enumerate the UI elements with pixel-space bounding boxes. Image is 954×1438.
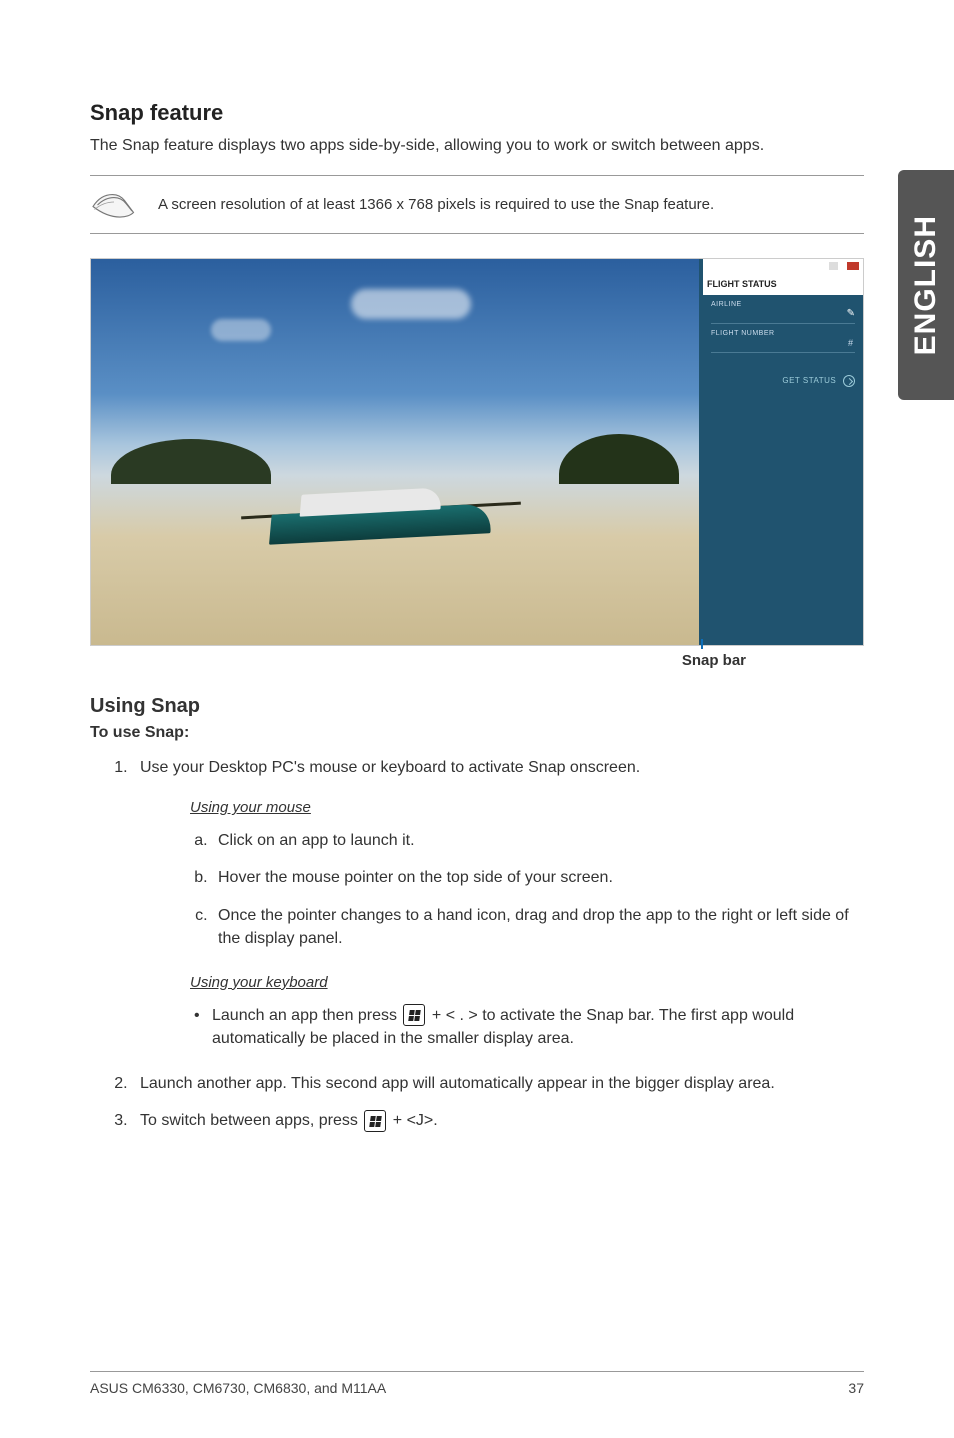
step-3-post: + <J>. [388,1112,437,1129]
flight-status-title: FLIGHT STATUS [703,273,863,295]
step-1-text: Use your Desktop PC's mouse or keyboard … [140,759,640,776]
mouse-steps: Click on an app to launch it. Hover the … [190,829,864,950]
flight-number-label: FLIGHT NUMBER [711,330,855,337]
mouse-block: Using your mouse Click on an app to laun… [140,797,864,950]
keyboard-bullet-pre: Launch an app then press [212,1007,401,1024]
note-hand-icon [90,184,138,225]
using-snap-heading: Using Snap [90,695,864,718]
step-3: To switch between apps, press + <J>. [132,1109,864,1132]
edit-icon: ✎ [847,308,855,319]
section-intro: The Snap feature displays two apps side-… [90,134,864,157]
step-3-pre: To switch between apps, press [140,1112,362,1129]
steps-list: Use your Desktop PC's mouse or keyboard … [90,756,864,1132]
get-status-label: GET STATUS [782,376,836,385]
step-2: Launch another app. This second app will… [132,1072,864,1095]
snap-bar-caption: Snap bar [90,652,864,669]
mouse-step-c: Once the pointer changes to a hand icon,… [212,904,864,950]
using-mouse-heading: Using your mouse [190,797,864,819]
get-status-button[interactable]: GET STATUS [711,375,855,387]
windows-key-icon [364,1110,386,1132]
flight-status-app-pane: FLIGHT STATUS AIRLINE ✎ FLIGHT NUMBER # … [703,259,863,645]
page-footer: ASUS CM6330, CM6730, CM6830, and M11AA 3… [90,1371,864,1396]
snap-screenshot: FLIGHT STATUS AIRLINE ✎ FLIGHT NUMBER # … [90,258,864,646]
note-text: A screen resolution of at least 1366 x 7… [158,196,864,213]
using-keyboard-heading: Using your keyboard [190,972,864,994]
footer-page-number: 37 [848,1380,864,1396]
step-1: Use your Desktop PC's mouse or keyboard … [132,756,864,1050]
language-side-tab: ENGLISH [898,170,954,400]
keyboard-block: Using your keyboard Launch an app then p… [140,972,864,1050]
flight-number-field[interactable]: # [711,337,855,353]
to-use-snap-label: To use Snap: [90,724,864,742]
window-titlebar [703,259,863,273]
section-title: Snap feature [90,100,864,126]
airline-field[interactable]: ✎ [711,308,855,324]
mouse-step-b: Hover the mouse pointer on the top side … [212,866,864,889]
note-row: A screen resolution of at least 1366 x 7… [90,175,864,234]
keyboard-steps: Launch an app then press + < . > to acti… [190,1004,864,1050]
arrow-circle-icon [843,375,855,387]
snap-bar-pointer [701,639,703,649]
mouse-step-a: Click on an app to launch it. [212,829,864,852]
page-content: Snap feature The Snap feature displays t… [0,0,954,1132]
photo-app-pane [91,259,699,645]
footer-left: ASUS CM6330, CM6730, CM6830, and M11AA [90,1380,386,1396]
keyboard-bullet: Launch an app then press + < . > to acti… [190,1004,864,1050]
windows-key-icon [403,1004,425,1026]
hash-icon: # [848,338,853,348]
airline-label: AIRLINE [711,301,855,308]
language-label: ENGLISH [909,215,943,355]
